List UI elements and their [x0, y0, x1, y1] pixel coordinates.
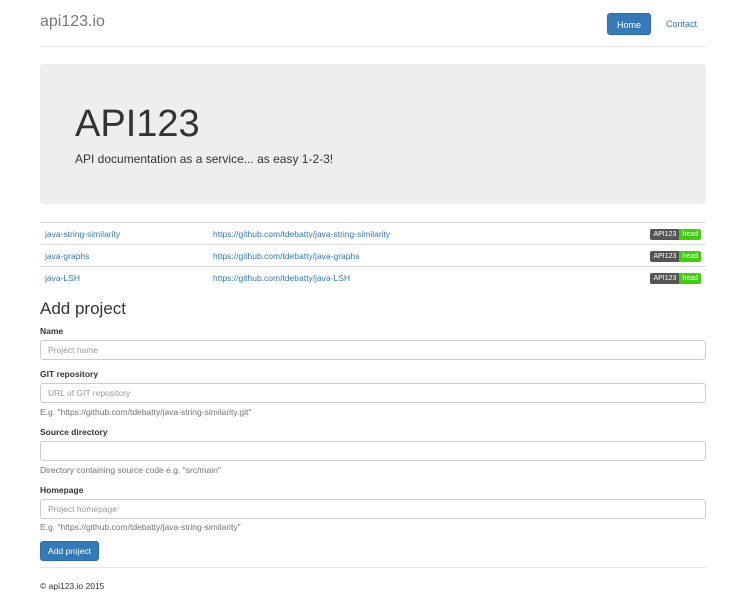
- page-container: api123.io Home Contact API123 API docume…: [40, 0, 706, 591]
- version-badge[interactable]: API123 head: [650, 228, 701, 240]
- project-name-input[interactable]: [40, 340, 706, 360]
- project-url-link[interactable]: https://github.com/tdebatty/java-string-…: [213, 229, 390, 239]
- footer-copyright: © api123.io 2015: [40, 581, 105, 591]
- badge-right: head: [679, 250, 701, 262]
- homepage-help: E.g. "https://github.com/tdebatty/java-s…: [40, 522, 241, 532]
- jumbotron-subtitle: API documentation as a service... as eas…: [75, 152, 334, 166]
- table-row: java-string-similarity https://github.co…: [40, 222, 706, 245]
- badge-left: API123: [650, 228, 680, 240]
- table-row: java-graphs https://github.com/tdebatty/…: [40, 244, 706, 267]
- project-name-link[interactable]: java-graphs: [45, 251, 89, 261]
- projects-table: java-string-similarity https://github.co…: [40, 222, 706, 289]
- git-repository-label: GIT repository: [40, 369, 99, 379]
- project-url-link[interactable]: https://github.com/tdebatty/java-graphs: [213, 251, 359, 261]
- source-directory-label: Source directory: [40, 427, 108, 437]
- project-name-link[interactable]: java-string-similarity: [45, 229, 120, 239]
- version-badge[interactable]: API123 head: [650, 272, 701, 284]
- project-name-link[interactable]: java-LSH: [45, 273, 80, 283]
- form-title: Add project: [40, 299, 126, 318]
- brand-logo[interactable]: api123.io: [40, 13, 105, 31]
- nav-contact-link[interactable]: Contact: [657, 13, 706, 35]
- homepage-label: Homepage: [40, 485, 84, 495]
- nav-bar: Home Contact: [606, 13, 706, 35]
- header: api123.io Home Contact: [40, 0, 706, 47]
- add-project-button[interactable]: Add project: [40, 541, 99, 561]
- project-url-link[interactable]: https://github.com/tdebatty/java-LSH: [213, 273, 350, 283]
- git-repository-help: E.g. "https://github.com/tdebatty/java-s…: [40, 407, 252, 417]
- badge-left: API123: [650, 250, 680, 262]
- git-repository-input[interactable]: [40, 383, 706, 403]
- jumbotron-title: API123: [75, 103, 200, 145]
- jumbotron: API123 API documentation as a service...…: [40, 64, 706, 204]
- table-row: java-LSH https://github.com/tdebatty/jav…: [40, 266, 706, 289]
- name-label: Name: [40, 326, 64, 336]
- nav-home-link[interactable]: Home: [606, 13, 651, 35]
- badge-right: head: [679, 228, 701, 240]
- homepage-input[interactable]: [40, 499, 706, 519]
- badge-left: API123: [650, 272, 680, 284]
- source-directory-input[interactable]: [40, 441, 706, 461]
- badge-right: head: [679, 272, 701, 284]
- version-badge[interactable]: API123 head: [650, 250, 701, 262]
- source-directory-help: Directory containing source code e.g. "s…: [40, 465, 221, 475]
- footer: © api123.io 2015: [40, 567, 706, 591]
